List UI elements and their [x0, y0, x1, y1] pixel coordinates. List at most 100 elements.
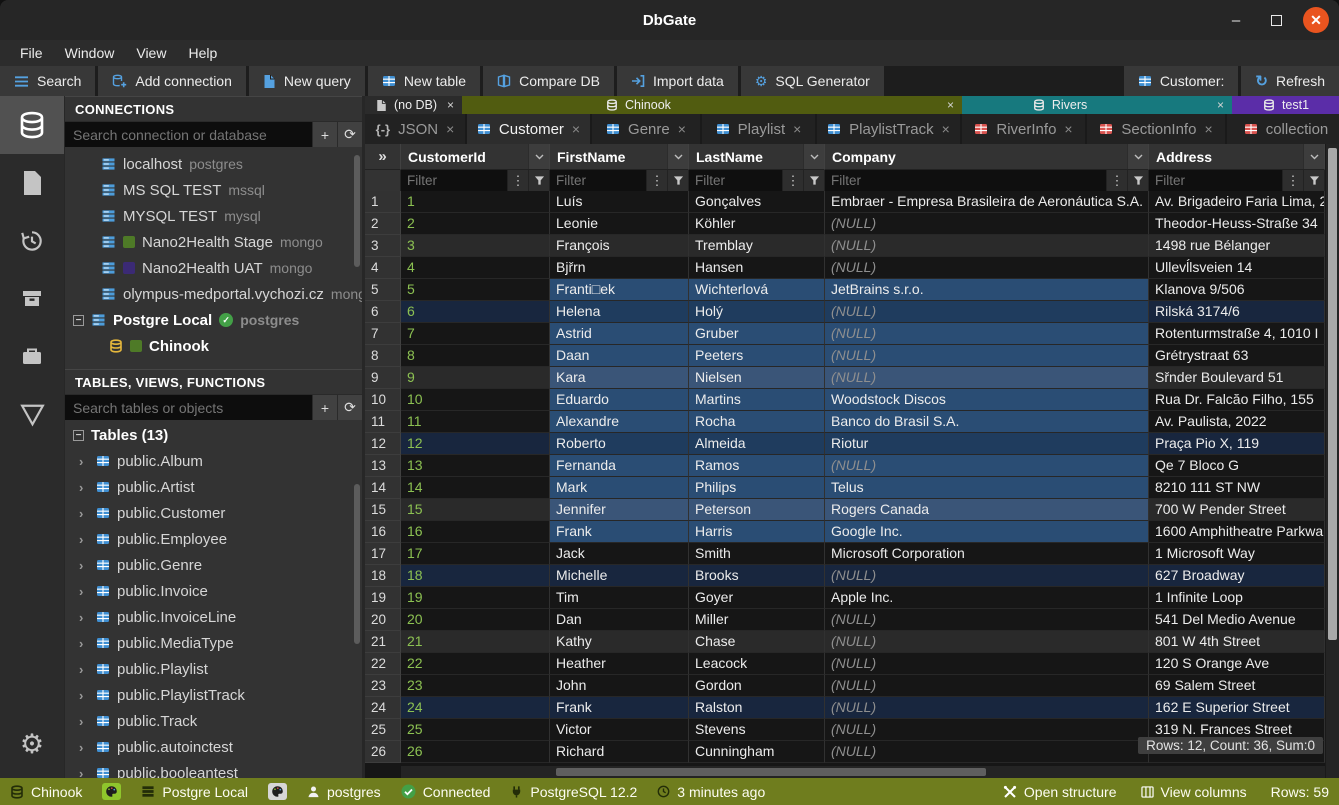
filter-funnel-icon[interactable] — [1127, 170, 1148, 191]
row-number[interactable]: 5 — [365, 279, 401, 301]
connection-item[interactable]: Nano2Health UATmongo — [65, 255, 362, 281]
toolbar-button-new-query[interactable]: New query — [249, 66, 365, 96]
cell-company[interactable]: (NULL) — [825, 609, 1149, 631]
column-dropdown-icon[interactable] — [1127, 144, 1148, 169]
cell-address[interactable]: Rua Dr. Falcăo Filho, 155 — [1149, 389, 1325, 411]
cell-company[interactable]: (NULL) — [825, 565, 1149, 587]
close-tab-icon[interactable]: × — [1064, 121, 1072, 137]
cell-firstname[interactable]: Dan — [550, 609, 689, 631]
connections-scrollbar[interactable] — [354, 155, 360, 267]
cell-company[interactable]: (NULL) — [825, 235, 1149, 257]
cell-company[interactable]: (NULL) — [825, 455, 1149, 477]
grid-horizontal-scrollbar[interactable] — [401, 766, 1325, 778]
refresh-connections-button[interactable]: ⟳ — [337, 122, 362, 147]
cell-customerid[interactable]: 11 — [401, 411, 550, 433]
rail-item-filter-triangle[interactable] — [0, 386, 64, 444]
cell-customerid[interactable]: 24 — [401, 697, 550, 719]
cell-address[interactable]: 1498 rue Bélanger — [1149, 235, 1325, 257]
filter-funnel-icon[interactable] — [803, 170, 824, 191]
row-number[interactable]: 25 — [365, 719, 401, 741]
close-tab-icon[interactable]: × — [942, 121, 950, 137]
row-number[interactable]: 10 — [365, 389, 401, 411]
cell-lastname[interactable]: Martins — [689, 389, 825, 411]
toolbar-button-refresh[interactable]: ↻Refresh — [1241, 66, 1339, 96]
rail-item-briefcase[interactable] — [0, 328, 64, 386]
chevron-right-icon[interactable]: › — [79, 636, 89, 651]
filter-funnel-icon[interactable] — [667, 170, 688, 191]
cell-lastname[interactable]: Peterson — [689, 499, 825, 521]
row-number[interactable]: 14 — [365, 477, 401, 499]
table-item[interactable]: ›public.Invoice — [65, 578, 362, 604]
close-group-icon[interactable]: × — [947, 98, 954, 112]
cell-customerid[interactable]: 23 — [401, 675, 550, 697]
cell-firstname[interactable]: Frank — [550, 697, 689, 719]
table-item[interactable]: ›public.Track — [65, 708, 362, 734]
row-number[interactable]: 12 — [365, 433, 401, 455]
cell-firstname[interactable]: Jennifer — [550, 499, 689, 521]
table-item[interactable]: ›public.Genre — [65, 552, 362, 578]
table-item[interactable]: ›public.Album — [65, 448, 362, 474]
close-tab-icon[interactable]: × — [446, 121, 454, 137]
connection-item[interactable]: MS SQL TESTmssql — [65, 177, 362, 203]
cell-customerid[interactable]: 17 — [401, 543, 550, 565]
cell-address[interactable]: Theodor-Heuss-Straße 34 — [1149, 213, 1325, 235]
add-table-button[interactable]: + — [312, 395, 337, 420]
cell-company[interactable]: Telus — [825, 477, 1149, 499]
toolbar-button-add-connection[interactable]: Add connection — [98, 66, 246, 96]
tables-group[interactable]: −Tables (13) — [65, 422, 362, 448]
cell-customerid[interactable]: 13 — [401, 455, 550, 477]
table-item[interactable]: ›public.Customer — [65, 500, 362, 526]
cell-company[interactable]: Rogers Canada — [825, 499, 1149, 521]
cell-company[interactable]: (NULL) — [825, 301, 1149, 323]
cell-firstname[interactable]: Frank — [550, 521, 689, 543]
cell-customerid[interactable]: 16 — [401, 521, 550, 543]
table-item[interactable]: ›public.InvoiceLine — [65, 604, 362, 630]
cell-company[interactable]: Riotur — [825, 433, 1149, 455]
status-item-postgresql-12-2[interactable]: PostgreSQL 12.2 — [510, 784, 637, 800]
cell-company[interactable]: (NULL) — [825, 719, 1149, 741]
tab-playlisttrack[interactable]: PlaylistTrack× — [817, 114, 962, 144]
cell-lastname[interactable]: Leacock — [689, 653, 825, 675]
column-dropdown-icon[interactable] — [528, 144, 549, 169]
cell-address[interactable]: Rotenturmstraße 4, 1010 I — [1149, 323, 1325, 345]
cell-address[interactable]: Av. Paulista, 2022 — [1149, 411, 1325, 433]
cell-customerid[interactable]: 15 — [401, 499, 550, 521]
cell-firstname[interactable]: Fernanda — [550, 455, 689, 477]
cell-address[interactable]: 801 W 4th Street — [1149, 631, 1325, 653]
connection-item[interactable]: Nano2Health Stagemongo — [65, 229, 362, 255]
row-number[interactable]: 2 — [365, 213, 401, 235]
column-header-company[interactable]: Company — [825, 144, 1149, 170]
toolbar-button-sql-generator[interactable]: ⚙SQL Generator — [741, 66, 884, 96]
cell-customerid[interactable]: 7 — [401, 323, 550, 345]
row-number[interactable]: 20 — [365, 609, 401, 631]
cell-address[interactable]: Praça Pio X, 119 — [1149, 433, 1325, 455]
toolbar-button-new-table[interactable]: New table — [368, 66, 480, 96]
cell-lastname[interactable]: Nielsen — [689, 367, 825, 389]
filter-menu-icon[interactable]: ⋮ — [1282, 170, 1303, 191]
menu-file[interactable]: File — [10, 45, 53, 61]
cell-lastname[interactable]: Gonçalves — [689, 191, 825, 213]
filter-input-company[interactable] — [825, 170, 1106, 191]
cell-customerid[interactable]: 5 — [401, 279, 550, 301]
toolbar-button-import-data[interactable]: Import data — [617, 66, 738, 96]
status-item-postgres[interactable]: postgres — [307, 784, 381, 800]
rail-item-archive[interactable] — [0, 270, 64, 328]
cell-company[interactable]: Google Inc. — [825, 521, 1149, 543]
connection-item[interactable]: −Postgre Local✓postgres — [65, 307, 362, 333]
filter-menu-icon[interactable]: ⋮ — [782, 170, 803, 191]
close-tab-icon[interactable]: × — [793, 121, 801, 137]
chevron-right-icon[interactable]: › — [79, 532, 89, 547]
cell-address[interactable]: 1 Microsoft Way — [1149, 543, 1325, 565]
row-number[interactable]: 4 — [365, 257, 401, 279]
table-item[interactable]: ›public.autoinctest — [65, 734, 362, 760]
status-item-connected[interactable]: Connected — [401, 784, 491, 800]
menu-window[interactable]: Window — [55, 45, 125, 61]
chevron-right-icon[interactable]: › — [79, 454, 89, 469]
cell-company[interactable]: (NULL) — [825, 213, 1149, 235]
chevron-right-icon[interactable]: › — [79, 714, 89, 729]
row-number[interactable]: 17 — [365, 543, 401, 565]
tab-group-rivers[interactable]: Rivers× — [962, 96, 1232, 114]
row-number[interactable]: 13 — [365, 455, 401, 477]
table-item[interactable]: ›public.booleantest — [65, 760, 362, 778]
cell-lastname[interactable]: Tremblay — [689, 235, 825, 257]
